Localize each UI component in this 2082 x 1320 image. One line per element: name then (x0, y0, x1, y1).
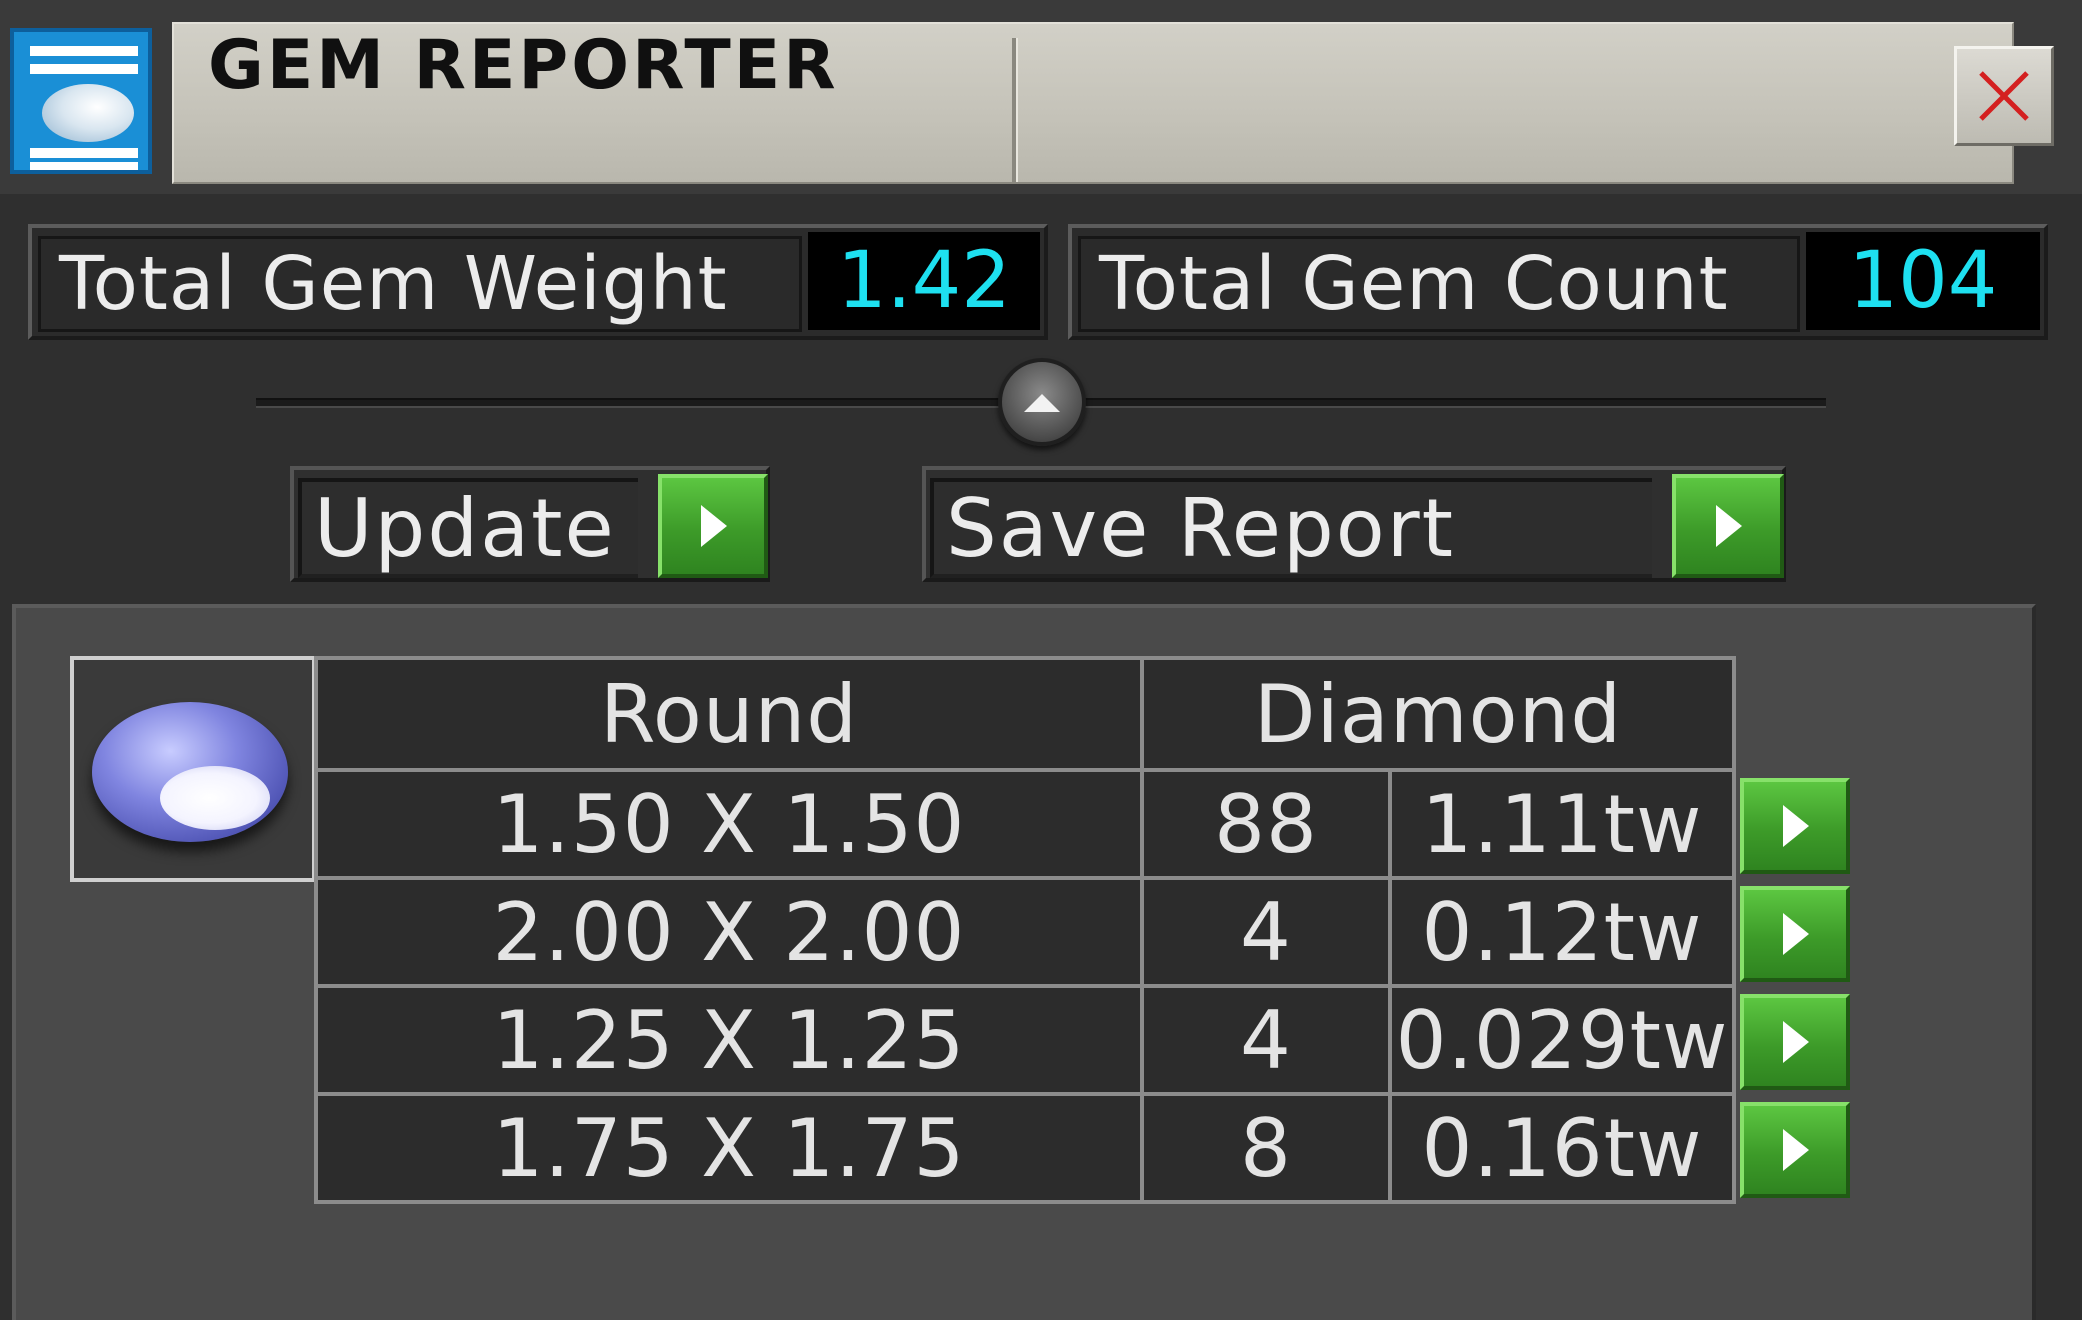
gem-size-cell: 1.25 X 1.25 (314, 984, 1144, 1096)
row-select-button[interactable] (1740, 886, 1850, 982)
gem-size-cell: 1.75 X 1.75 (314, 1092, 1144, 1204)
gem-weight-cell: 1.11tw (1388, 768, 1736, 880)
gem-size-cell: 2.00 X 2.00 (314, 876, 1144, 988)
play-arrow-icon (1783, 1021, 1809, 1063)
gem-size-cell: 1.50 X 1.50 (314, 768, 1144, 880)
chevron-up-icon (1024, 394, 1060, 412)
slider-knob[interactable] (998, 358, 1086, 446)
title-divider (1012, 38, 1018, 182)
gem-shape-header: Round (314, 656, 1144, 772)
close-x-icon (1979, 71, 2029, 121)
play-arrow-icon (1716, 505, 1742, 547)
gem-weight-cell: 0.029tw (1388, 984, 1736, 1096)
round-gem-icon (92, 702, 288, 842)
window-title: GEM REPORTER (208, 26, 839, 105)
total-weight-value: 1.42 (808, 232, 1040, 330)
save-report-button[interactable] (1672, 474, 1784, 578)
table-row: 1.50 X 1.50 88 1.11tw (314, 768, 1860, 880)
total-weight-label: Total Gem Weight (38, 236, 802, 332)
table-row: 1.75 X 1.75 8 0.16tw (314, 1092, 1860, 1204)
total-count-value: 104 (1806, 232, 2040, 330)
play-arrow-icon (1783, 805, 1809, 847)
play-arrow-icon (701, 505, 727, 547)
close-button[interactable] (1954, 46, 2054, 146)
update-label[interactable]: Update (298, 478, 638, 578)
gem-table-header: Round Diamond (314, 656, 1860, 772)
table-row: 2.00 X 2.00 4 0.12tw (314, 876, 1860, 988)
row-select-button[interactable] (1740, 778, 1850, 874)
play-arrow-icon (1783, 913, 1809, 955)
gem-weight-cell: 0.16tw (1388, 1092, 1736, 1204)
row-select-button[interactable] (1740, 1102, 1850, 1198)
gem-count-cell: 88 (1140, 768, 1392, 880)
row-select-button[interactable] (1740, 994, 1850, 1090)
gem-report-icon[interactable] (10, 28, 152, 174)
gem-material-header: Diamond (1140, 656, 1736, 772)
play-arrow-icon (1783, 1129, 1809, 1171)
gem-thumbnail[interactable] (70, 656, 316, 882)
total-count-label: Total Gem Count (1078, 236, 1800, 332)
gem-table: Round Diamond 1.50 X 1.50 88 1.11tw 2.00… (314, 656, 1862, 1204)
update-button[interactable] (658, 474, 768, 578)
gem-count-cell: 4 (1140, 876, 1392, 988)
table-row: 1.25 X 1.25 4 0.029tw (314, 984, 1860, 1096)
save-report-label[interactable]: Save Report (930, 478, 1652, 578)
gem-weight-cell: 0.12tw (1388, 876, 1736, 988)
gem-count-cell: 4 (1140, 984, 1392, 1096)
gem-count-cell: 8 (1140, 1092, 1392, 1204)
